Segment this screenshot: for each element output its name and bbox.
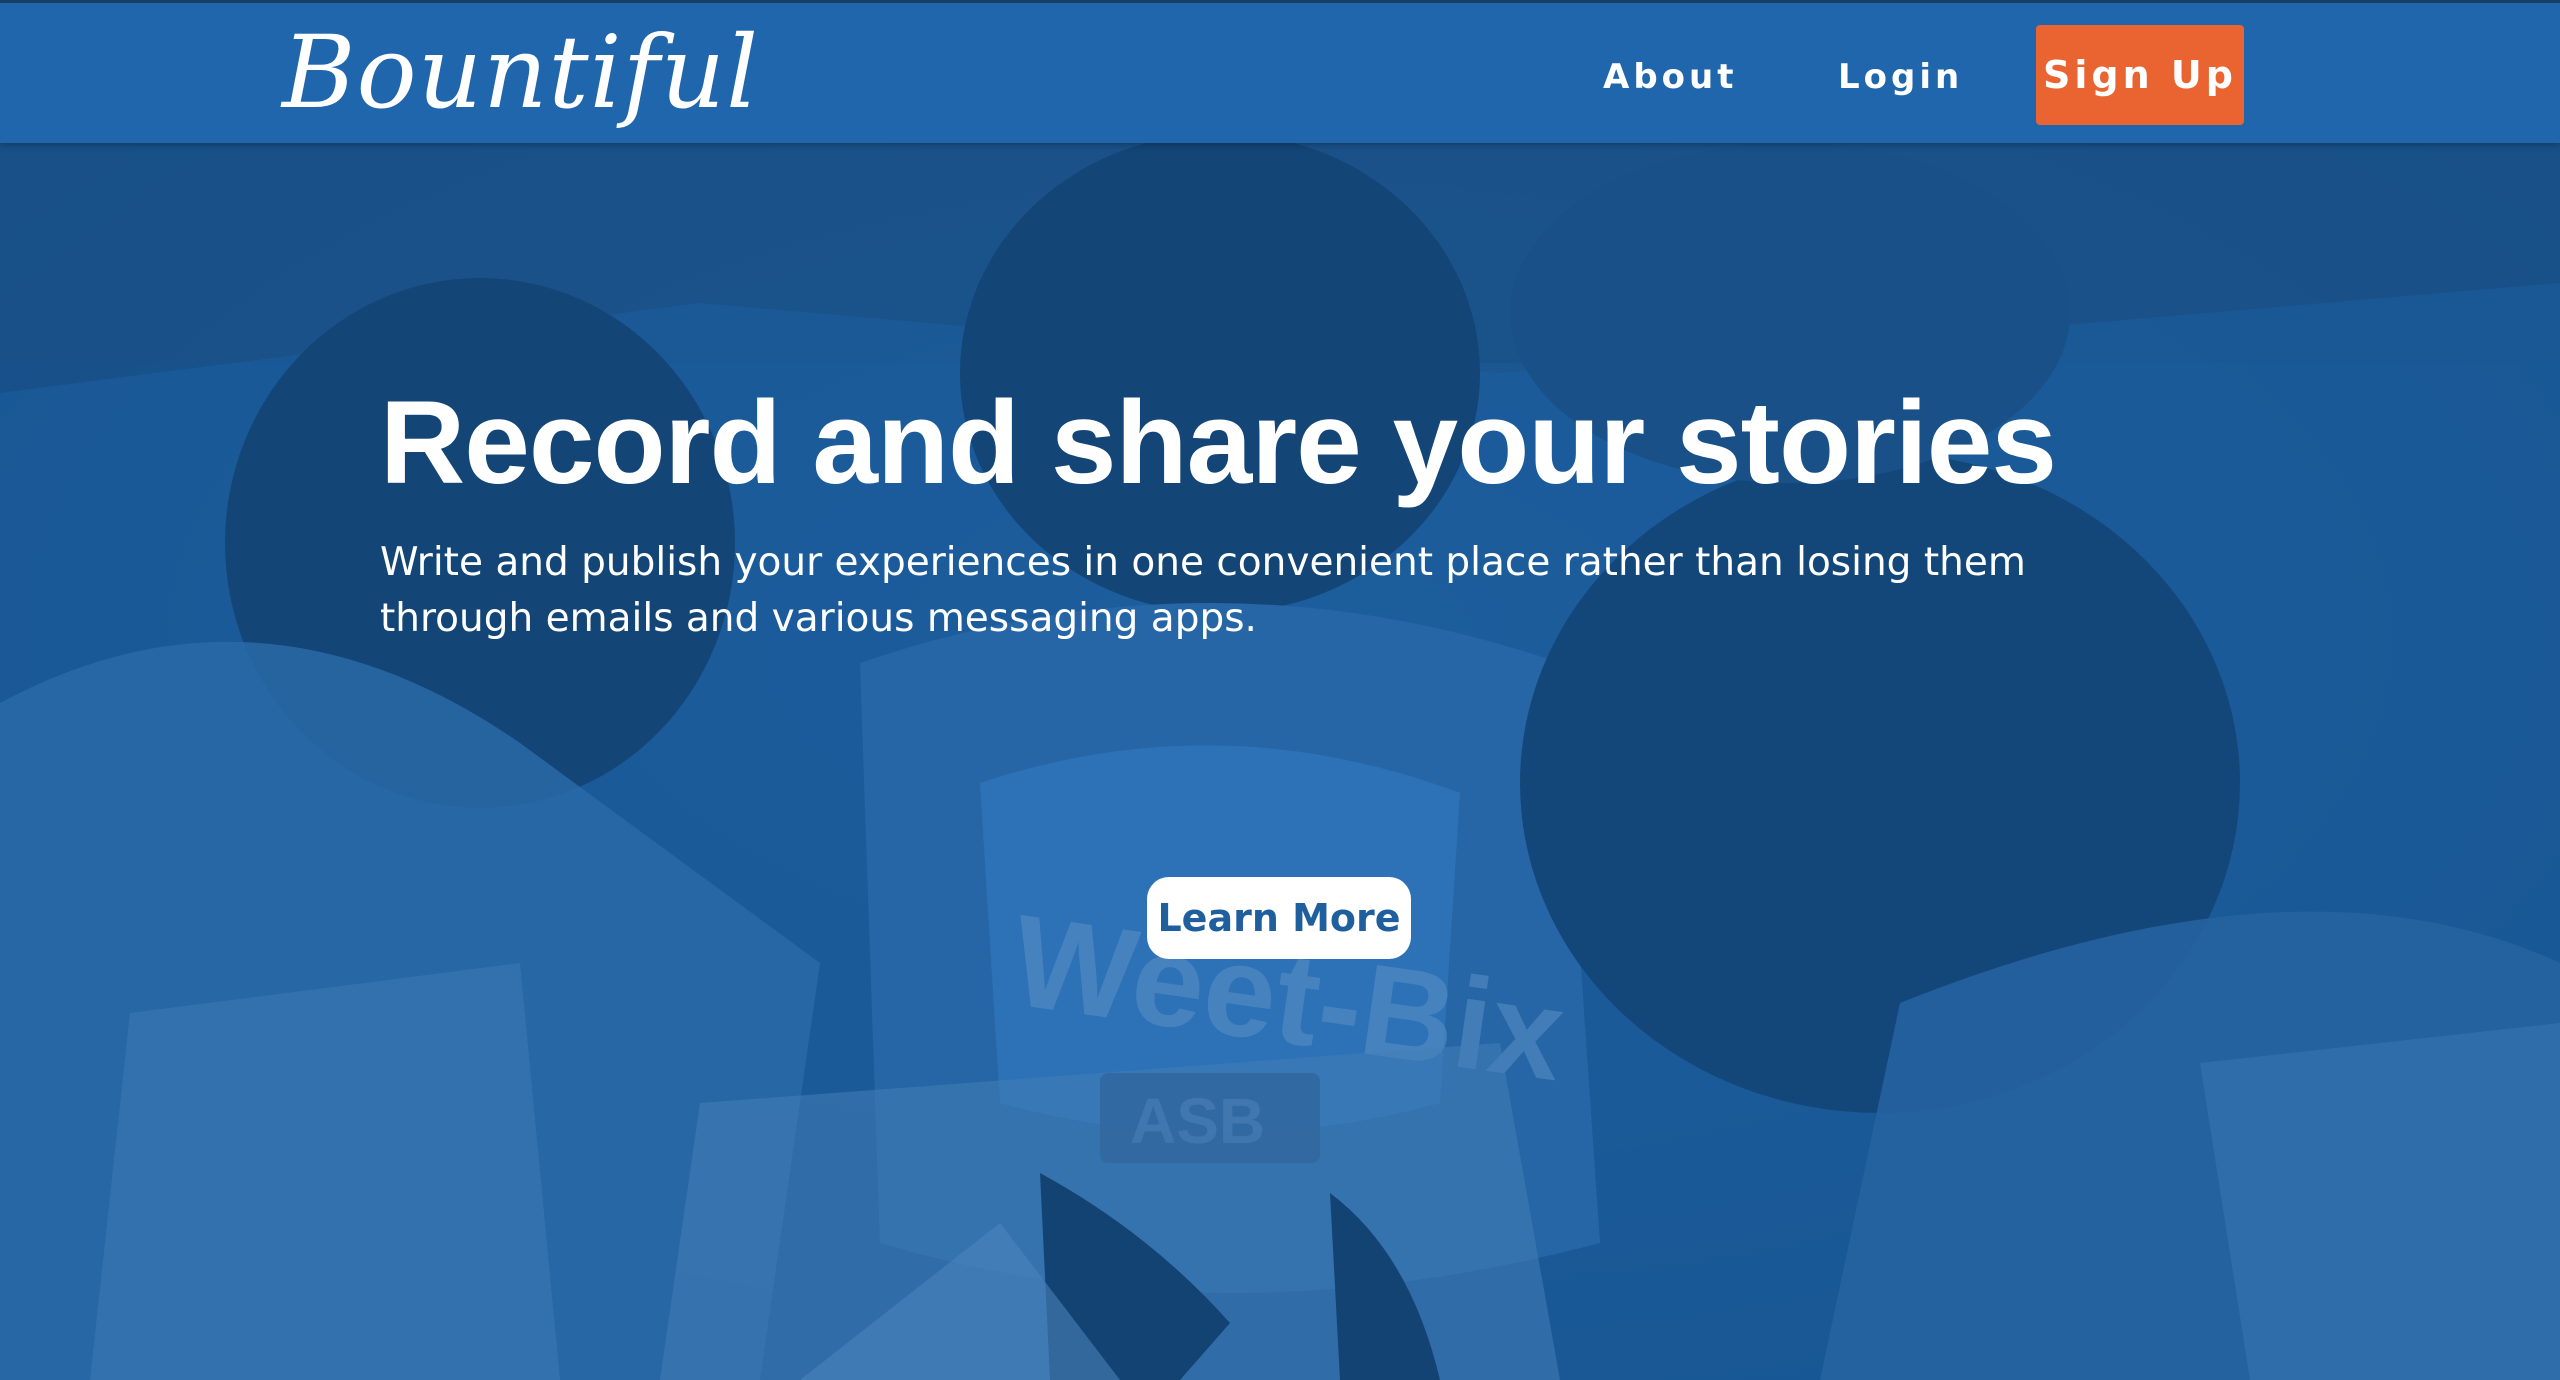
nav-about-link[interactable]: About <box>1603 49 1737 105</box>
nav-login-link[interactable]: Login <box>1838 49 1963 105</box>
learn-more-button[interactable]: Learn More <box>1147 877 1411 959</box>
hero-section: Weet-Bix ASB Record and share your stori… <box>0 143 2560 1380</box>
brand-logo[interactable]: Bountiful <box>282 13 759 133</box>
sign-up-button[interactable]: Sign Up <box>2036 25 2244 125</box>
hero-tint-overlay <box>0 143 2560 1380</box>
hero-title: Record and share your stories <box>380 377 2057 509</box>
navbar: Bountiful About Login Sign Up <box>0 0 2560 143</box>
hero-content: Record and share your stories Write and … <box>380 373 2180 647</box>
hero-subtitle: Write and publish your experiences in on… <box>380 540 2026 641</box>
page: Bountiful About Login Sign Up Weet-Bix R… <box>0 0 2560 1380</box>
